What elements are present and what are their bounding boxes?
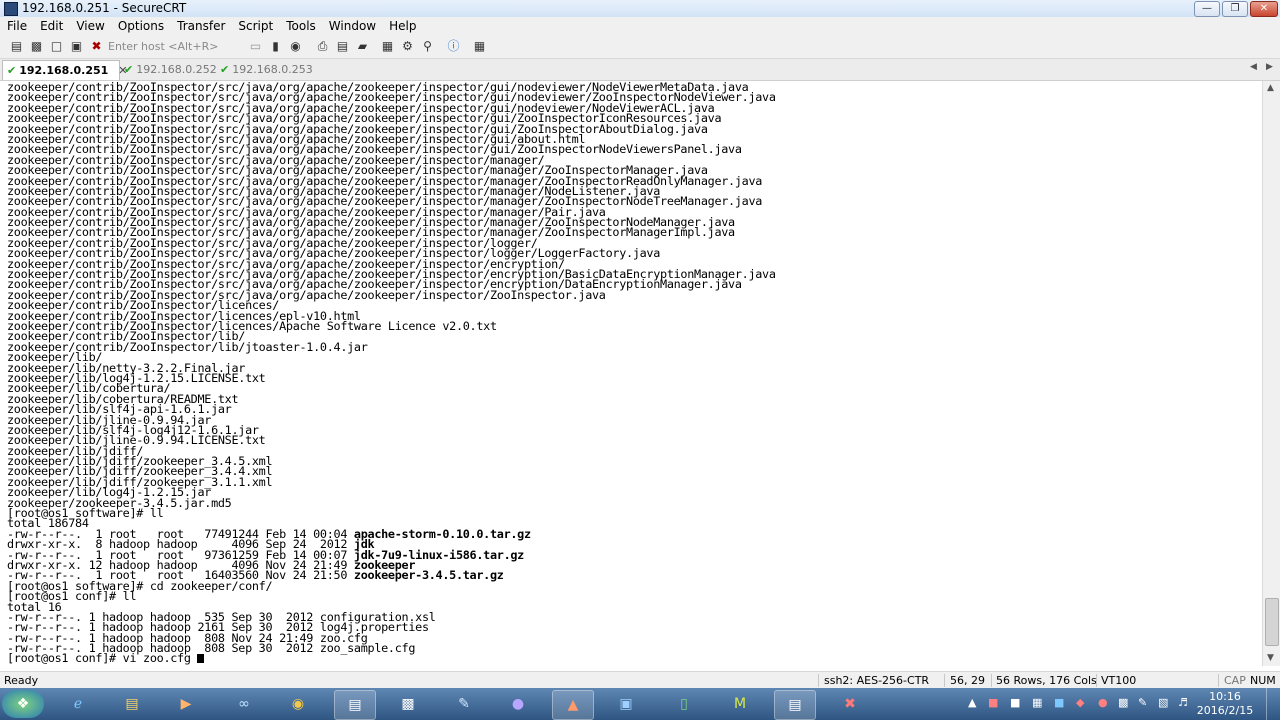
reconnect-icon[interactable]: ▣ <box>69 39 84 54</box>
maximize-button[interactable]: ❐ <box>1222 1 1248 17</box>
listing-filename: zookeeper-3.4.5.tar.gz <box>353 568 504 583</box>
menu-view[interactable]: View <box>70 17 110 36</box>
connected-check-icon: ✔ <box>220 63 230 76</box>
clock-time: 10:16 <box>1209 690 1241 703</box>
listing-filename: apache-storm-0.10.0.tar.gz <box>353 526 531 541</box>
copy-icon[interactable]: ▭ <box>248 39 263 54</box>
cursor-position: 56, 29 <box>950 674 985 687</box>
find-icon[interactable]: ◉ <box>288 39 303 54</box>
global-options-icon[interactable]: ⚙ <box>400 39 415 54</box>
minimize-button[interactable]: — <box>1194 1 1220 17</box>
filezilla-icon[interactable]: ▲ <box>552 690 594 720</box>
tray-antivirus-icon[interactable]: ◆ <box>1076 696 1084 709</box>
paste-icon[interactable]: ▮ <box>268 39 283 54</box>
window-title: 192.168.0.251 - SecureCRT <box>22 1 187 15</box>
terminal-cursor <box>197 654 205 664</box>
terminal-area[interactable]: zookeeper/contrib/ZooInspector/src/java/… <box>0 81 1262 666</box>
emulation-mode: VT100 <box>1101 674 1137 687</box>
connect-in-tab-icon[interactable]: □ <box>49 39 64 54</box>
virtualbox-icon[interactable]: ▣ <box>606 690 646 718</box>
menu-script[interactable]: Script <box>232 17 279 36</box>
menu-window[interactable]: Window <box>323 17 382 36</box>
disconnect-icon[interactable]: ✖ <box>89 39 104 54</box>
menu-tools[interactable]: Tools <box>280 17 322 36</box>
title-bar: 192.168.0.251 - SecureCRT — ❐ ✕ <box>0 0 1280 18</box>
quick-connect-icon[interactable]: ▩ <box>29 39 44 54</box>
eclipse-icon[interactable]: ● <box>498 690 538 718</box>
tab-label: 192.168.0.252 <box>136 63 217 76</box>
help-icon[interactable]: ⓘ <box>446 39 461 54</box>
tab-session-251[interactable]: ✔ 192.168.0.251 ✕ <box>2 60 128 80</box>
num-lock-indicator: NUM <box>1250 674 1276 687</box>
tray-network-icon[interactable]: ▧ <box>1158 696 1168 709</box>
show-desktop-button[interactable] <box>1266 688 1280 720</box>
m-app-icon[interactable]: M <box>720 690 760 718</box>
toolbar: ▤ ▩ □ ▣ ✖ Enter host <Alt+R> ▭ ▮ ◉ ⎙ ▤ ▰… <box>0 36 1280 59</box>
tray-app-icon[interactable]: ■ <box>988 696 998 709</box>
terminal-line: zookeeper/contrib/ZooInspector/lib/jtoas… <box>7 339 368 354</box>
tray-expand-icon[interactable]: ▲ <box>968 696 976 709</box>
session-tab-bar: ✔ 192.168.0.251 ✕ ✔ 192.168.0.252 ✔ 192.168.… <box>0 59 1280 81</box>
print-icon[interactable]: ⎙ <box>315 39 330 54</box>
windows-taskbar: ❖ ℯ ▤ ▶ ∞ ◉ ▤ ▩ ✎ ● ▲ ▣ ▯ M ▤ ✖ ▲ ■ ■ ▦ … <box>0 688 1280 720</box>
print-setup-icon[interactable]: ▰ <box>355 39 370 54</box>
tab-session-253[interactable]: ✔ 192.168.0.253 <box>220 60 313 79</box>
project-app-icon[interactable]: ▯ <box>664 690 704 718</box>
scroll-down-icon[interactable]: ▼ <box>1267 653 1274 663</box>
tray-security-icon[interactable]: ■ <box>1010 696 1020 709</box>
tray-input-icon[interactable]: ✎ <box>1138 696 1147 709</box>
start-button-icon[interactable]: ❖ <box>2 690 44 718</box>
pen-tool-icon[interactable]: ✎ <box>444 690 484 718</box>
tab-label: 192.168.0.251 <box>19 64 109 77</box>
internet-explorer-icon[interactable]: ℯ <box>58 690 98 718</box>
media-player-icon[interactable]: ▶ <box>166 690 206 718</box>
menu-file[interactable]: File <box>1 17 33 36</box>
system-clock[interactable]: 10:16 2016/2/15 <box>1190 690 1260 718</box>
menu-bar: File Edit View Options Transfer Script Tools Wi… <box>0 17 1280 36</box>
terminal-line: [root@os1 conf]# vi zoo.cfg <box>7 653 776 664</box>
host-input[interactable]: Enter host <Alt+R> <box>107 38 239 56</box>
print-selection-icon[interactable]: ▤ <box>335 39 350 54</box>
connect-icon[interactable]: ▤ <box>9 39 24 54</box>
clock-date: 2016/2/15 <box>1196 704 1254 717</box>
file-explorer-icon[interactable]: ▤ <box>112 690 152 718</box>
menu-transfer[interactable]: Transfer <box>171 17 231 36</box>
layout-icon[interactable]: ▦ <box>472 39 487 54</box>
menu-options[interactable]: Options <box>112 17 170 36</box>
x-app-icon[interactable]: ✖ <box>830 690 870 718</box>
tray-volume-icon[interactable]: ♬ <box>1178 696 1188 709</box>
scroll-up-icon[interactable]: ▲ <box>1267 83 1274 93</box>
network-app-icon[interactable]: ∞ <box>224 690 264 718</box>
menu-edit[interactable]: Edit <box>34 17 69 36</box>
menu-help[interactable]: Help <box>383 17 422 36</box>
securecrt-app-icon <box>4 2 18 16</box>
tray-display-icon[interactable]: ▩ <box>1118 696 1128 709</box>
status-text: Ready <box>4 674 39 687</box>
cipher-status: ssh2: AES-256-CTR <box>824 674 930 687</box>
status-bar: Ready ssh2: AES-256-CTR 56, 29 56 Rows, … <box>0 671 1280 689</box>
tab-scroll-right-icon[interactable]: ▶ <box>1266 62 1273 72</box>
securecrt-taskbar-icon[interactable]: ▤ <box>334 690 376 720</box>
tab-label: 192.168.0.253 <box>232 63 313 76</box>
terminal-line: [root@os1 software]# ll <box>7 506 164 521</box>
tray-sync-icon[interactable]: ● <box>1098 696 1108 709</box>
tab-scroll-left-icon[interactable]: ◀ <box>1250 62 1257 72</box>
remote-desktop-icon[interactable]: ▩ <box>388 690 428 718</box>
scrollbar-thumb[interactable] <box>1265 598 1279 646</box>
chrome-icon[interactable]: ◉ <box>278 690 318 718</box>
tray-windows-icon[interactable]: ▦ <box>1032 696 1042 709</box>
securecrt-window-icon[interactable]: ▤ <box>774 690 816 720</box>
close-button[interactable]: ✕ <box>1250 1 1278 17</box>
session-options-icon[interactable]: ▦ <box>380 39 395 54</box>
tab-session-252[interactable]: ✔ 192.168.0.252 <box>124 60 217 79</box>
terminal-output: zookeeper/contrib/ZooInspector/src/java/… <box>7 81 776 664</box>
connected-check-icon: ✔ <box>124 63 134 76</box>
terminal-line: [root@os1 conf]# ll <box>7 589 137 604</box>
connected-check-icon: ✔ <box>7 64 17 77</box>
caps-lock-indicator: CAP <box>1224 674 1246 687</box>
keymap-icon[interactable]: ⚲ <box>420 39 435 54</box>
terminal-scrollbar[interactable]: ▲ ▼ <box>1262 81 1280 666</box>
tray-bluetooth-icon[interactable]: ■ <box>1054 696 1064 709</box>
terminal-size: 56 Rows, 176 Cols <box>996 674 1097 687</box>
